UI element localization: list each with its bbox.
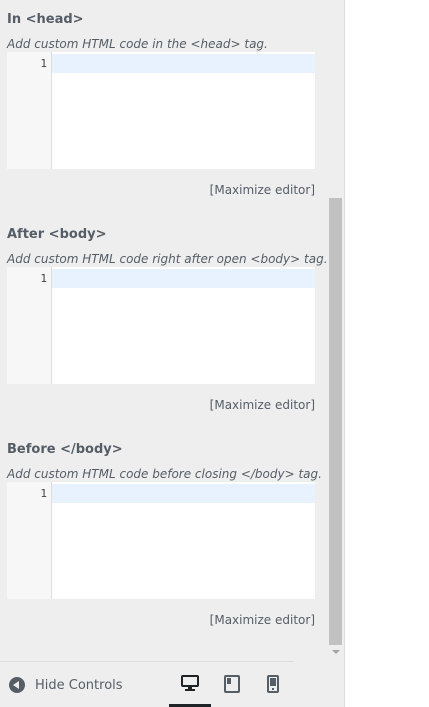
section-description: Add custom HTML code before closing </bo… <box>7 467 322 481</box>
editor-gutter: 1 <box>7 52 52 169</box>
active-line[interactable] <box>52 269 315 288</box>
line-number: 1 <box>40 272 47 285</box>
scroll-area: In <head> Add custom HTML code in the <h… <box>0 0 330 660</box>
active-line[interactable] <box>52 54 315 73</box>
customizer-footer: Hide Controls <box>0 661 344 707</box>
tablet-icon <box>224 675 240 693</box>
active-line[interactable] <box>52 484 315 503</box>
scrollbar-thumb[interactable] <box>329 198 342 645</box>
maximize-editor-link[interactable]: [Maximize editor] <box>210 398 315 412</box>
maximize-editor-link[interactable]: [Maximize editor] <box>210 183 315 197</box>
preview-tablet-button[interactable] <box>211 661 253 707</box>
hide-controls-label: Hide Controls <box>35 677 123 693</box>
scrollbar[interactable] <box>328 0 343 660</box>
line-number: 1 <box>40 57 47 70</box>
scroll-down-arrow-icon[interactable] <box>332 650 340 654</box>
hide-controls-button[interactable]: Hide Controls <box>9 676 123 694</box>
section-description: Add custom HTML code right after open <b… <box>7 252 328 266</box>
desktop-icon <box>181 674 199 691</box>
mobile-icon <box>267 675 279 693</box>
section-title: After <body> <box>7 227 107 242</box>
editor-gutter: 1 <box>7 482 52 599</box>
section-title: Before </body> <box>7 442 123 457</box>
line-number: 1 <box>40 487 47 500</box>
maximize-editor-link[interactable]: [Maximize editor] <box>210 613 315 627</box>
arrow-left-circle-icon <box>9 677 25 693</box>
section-title: In <head> <box>7 12 84 27</box>
section-description: Add custom HTML code in the <head> tag. <box>7 37 268 51</box>
editor-gutter: 1 <box>7 267 52 384</box>
customizer-panel: In <head> Add custom HTML code in the <h… <box>0 0 345 707</box>
code-editor-before-body-close[interactable]: 1 <box>7 482 315 599</box>
preview-desktop-button[interactable] <box>169 661 211 707</box>
code-editor-head[interactable]: 1 <box>7 52 315 169</box>
preview-mobile-button[interactable] <box>252 661 294 707</box>
code-editor-after-body[interactable]: 1 <box>7 267 315 384</box>
